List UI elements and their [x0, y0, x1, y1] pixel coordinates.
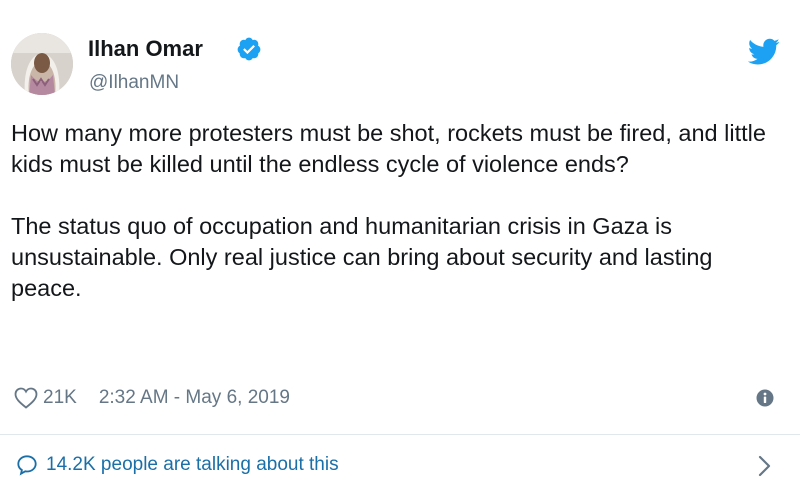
tweet-card: Ilhan Omar @IlhanMN How many more protes… — [0, 0, 800, 500]
like-count[interactable]: 21K — [43, 387, 77, 409]
conversation-link[interactable]: 14.2K people are talking about this — [16, 451, 339, 479]
user-handle[interactable]: @IlhanMN — [89, 70, 179, 96]
timestamp[interactable]: 2:32 AM - May 6, 2019 — [99, 387, 290, 409]
tweet-text: How many more protesters must be shot, r… — [11, 118, 786, 304]
display-name[interactable]: Ilhan Omar — [88, 34, 203, 64]
verified-badge-icon — [237, 37, 261, 61]
conversation-label[interactable]: 14.2K people are talking about this — [46, 454, 339, 476]
info-icon[interactable] — [756, 389, 774, 407]
twitter-bird-icon[interactable] — [748, 38, 780, 66]
tweet-paragraph: The status quo of occupation and humanit… — [11, 213, 713, 301]
avatar-photo-icon — [11, 33, 73, 95]
heart-icon[interactable] — [14, 387, 38, 409]
chevron-right-icon[interactable] — [758, 455, 772, 477]
divider — [0, 434, 800, 435]
speech-bubble-icon — [17, 455, 37, 476]
tweet-paragraph: How many more protesters must be shot, r… — [11, 120, 766, 177]
tweet-meta: 21K 2:32 AM - May 6, 2019 — [14, 384, 290, 412]
avatar[interactable] — [11, 33, 73, 95]
